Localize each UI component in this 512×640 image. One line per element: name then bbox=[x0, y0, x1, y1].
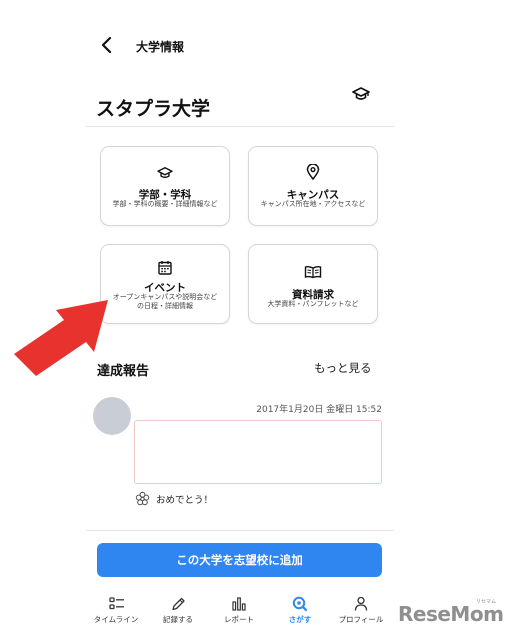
tab-label: プロフィール bbox=[338, 615, 384, 624]
card-subtitle: 大学資料・パンフレットなど bbox=[267, 300, 359, 308]
person-icon bbox=[351, 596, 371, 612]
graduation-cap-icon bbox=[352, 86, 370, 102]
search-icon bbox=[290, 596, 310, 612]
divider bbox=[86, 126, 394, 127]
card-subtitle: キャンパス所在地・アクセスなど bbox=[260, 200, 366, 208]
page-title: 大学情報 bbox=[136, 40, 185, 54]
flower-icon bbox=[135, 491, 150, 506]
avatar bbox=[93, 397, 131, 435]
section-heading: 達成報告 bbox=[97, 364, 150, 379]
back-button[interactable] bbox=[98, 34, 118, 56]
button-label: この大学を志望校に追加 bbox=[176, 553, 303, 567]
book-icon bbox=[304, 264, 322, 279]
tab-label: さがす bbox=[288, 615, 312, 624]
tab-label: レポート bbox=[224, 615, 254, 624]
reaction-button[interactable]: おめでとう！ bbox=[135, 491, 245, 507]
card-subtitle-line-2: の日程・詳細情報 bbox=[137, 302, 193, 310]
card-brochure[interactable]: 資料請求 大学資料・パンフレットなど bbox=[248, 244, 378, 324]
tab-label: タイムライン bbox=[93, 615, 139, 624]
divider bbox=[86, 530, 394, 531]
chevron-left-icon bbox=[101, 36, 112, 54]
resemom-logo: リセマム ReseMom bbox=[398, 598, 504, 632]
card-subtitle: 学部・学科の概要・詳細情報など bbox=[112, 200, 218, 208]
add-to-wishlist-button[interactable]: この大学を志望校に追加 bbox=[97, 543, 382, 577]
card-campus[interactable]: キャンパス キャンパス所在地・アクセスなど bbox=[248, 146, 378, 226]
post-content bbox=[134, 420, 382, 484]
university-name: スタプラ大学 bbox=[96, 98, 211, 120]
logo-text: ReseMom bbox=[398, 602, 504, 626]
reaction-label: おめでとう！ bbox=[156, 495, 214, 506]
tab-label: 記録する bbox=[163, 615, 193, 624]
card-event[interactable]: イベント オープンキャンパスや説明会など の日程・詳細情報 bbox=[100, 244, 230, 324]
pencil-icon bbox=[168, 596, 188, 612]
bar-chart-icon bbox=[229, 596, 249, 612]
see-more-link[interactable]: もっと見る bbox=[314, 360, 372, 376]
timeline-icon bbox=[107, 596, 127, 612]
card-faculty[interactable]: 学部・学科 学部・学科の概要・詳細情報など bbox=[100, 146, 230, 226]
calendar-icon bbox=[158, 260, 172, 275]
location-pin-icon bbox=[306, 163, 320, 181]
post-timestamp: 2017年1月20日 金曜日 15:52 bbox=[256, 405, 382, 415]
graduation-cap-icon bbox=[157, 165, 173, 179]
